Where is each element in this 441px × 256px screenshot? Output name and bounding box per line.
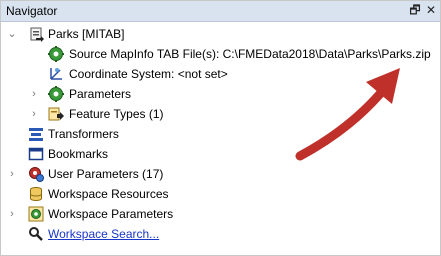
- coordinate-system-label: Coordinate System: <not set>: [69, 67, 228, 81]
- navigator-tree: ⌄ Parks [MITAB] Source MapInfo TAB File(…: [1, 22, 440, 255]
- restore-icon[interactable]: 🗗: [408, 3, 422, 17]
- tree-item-parameters[interactable]: › Parameters: [1, 84, 440, 104]
- parameters-label: Parameters: [69, 87, 132, 101]
- tree-item-user-parameters[interactable]: › User Parameters (17): [1, 164, 440, 184]
- search-icon: [28, 226, 44, 242]
- feature-type-icon: [48, 106, 64, 122]
- chevron-right-icon[interactable]: ›: [29, 104, 39, 124]
- transformers-icon: [28, 126, 44, 142]
- user-parameters-icon: [28, 166, 44, 182]
- navigator-title-bar: Navigator 🗗 ✕: [1, 1, 440, 22]
- tree-item-workspace-parameters[interactable]: › Workspace Parameters: [1, 204, 440, 224]
- workspace-search-link[interactable]: Workspace Search...: [48, 224, 159, 244]
- workspace-resources-label: Workspace Resources: [48, 187, 169, 201]
- reader-icon: [28, 26, 44, 42]
- workspace-parameters-label: Workspace Parameters: [48, 207, 174, 221]
- tree-item-source[interactable]: Source MapInfo TAB File(s): C:\FMEData20…: [1, 44, 440, 64]
- tree-item-feature-types[interactable]: › Feature Types (1): [1, 104, 440, 124]
- tree-item-workspace-search[interactable]: Workspace Search...: [1, 224, 440, 244]
- feature-types-label: Feature Types (1): [69, 107, 164, 121]
- tree-item-transformers[interactable]: Transformers: [1, 124, 440, 144]
- navigator-window: Navigator 🗗 ✕ ⌄ Parks [MITAB] Source Map…: [0, 0, 441, 256]
- chevron-right-icon[interactable]: ›: [7, 204, 17, 224]
- transformers-label: Transformers: [48, 127, 119, 141]
- chevron-right-icon[interactable]: ›: [29, 84, 39, 104]
- user-parameters-label: User Parameters (17): [48, 167, 164, 181]
- gear-icon: [48, 46, 64, 62]
- chevron-right-icon[interactable]: ›: [7, 164, 17, 184]
- tree-item-bookmarks[interactable]: Bookmarks: [1, 144, 440, 164]
- tree-item-coordinate-system[interactable]: Coordinate System: <not set>: [1, 64, 440, 84]
- navigator-title: Navigator: [6, 4, 58, 18]
- bookmark-icon: [28, 146, 44, 162]
- chevron-down-icon[interactable]: ⌄: [7, 24, 17, 44]
- workspace-parameters-icon: [28, 206, 44, 222]
- tree-item-reader[interactable]: ⌄ Parks [MITAB]: [1, 24, 440, 44]
- database-icon: [28, 186, 44, 202]
- reader-label: Parks [MITAB]: [48, 27, 125, 41]
- tree-item-workspace-resources[interactable]: Workspace Resources: [1, 184, 440, 204]
- coordinate-system-icon: [48, 66, 64, 82]
- source-label: Source MapInfo TAB File(s): C:\FMEData20…: [69, 47, 431, 61]
- close-icon[interactable]: ✕: [424, 3, 438, 17]
- bookmarks-label: Bookmarks: [48, 147, 109, 161]
- gear-icon: [48, 86, 64, 102]
